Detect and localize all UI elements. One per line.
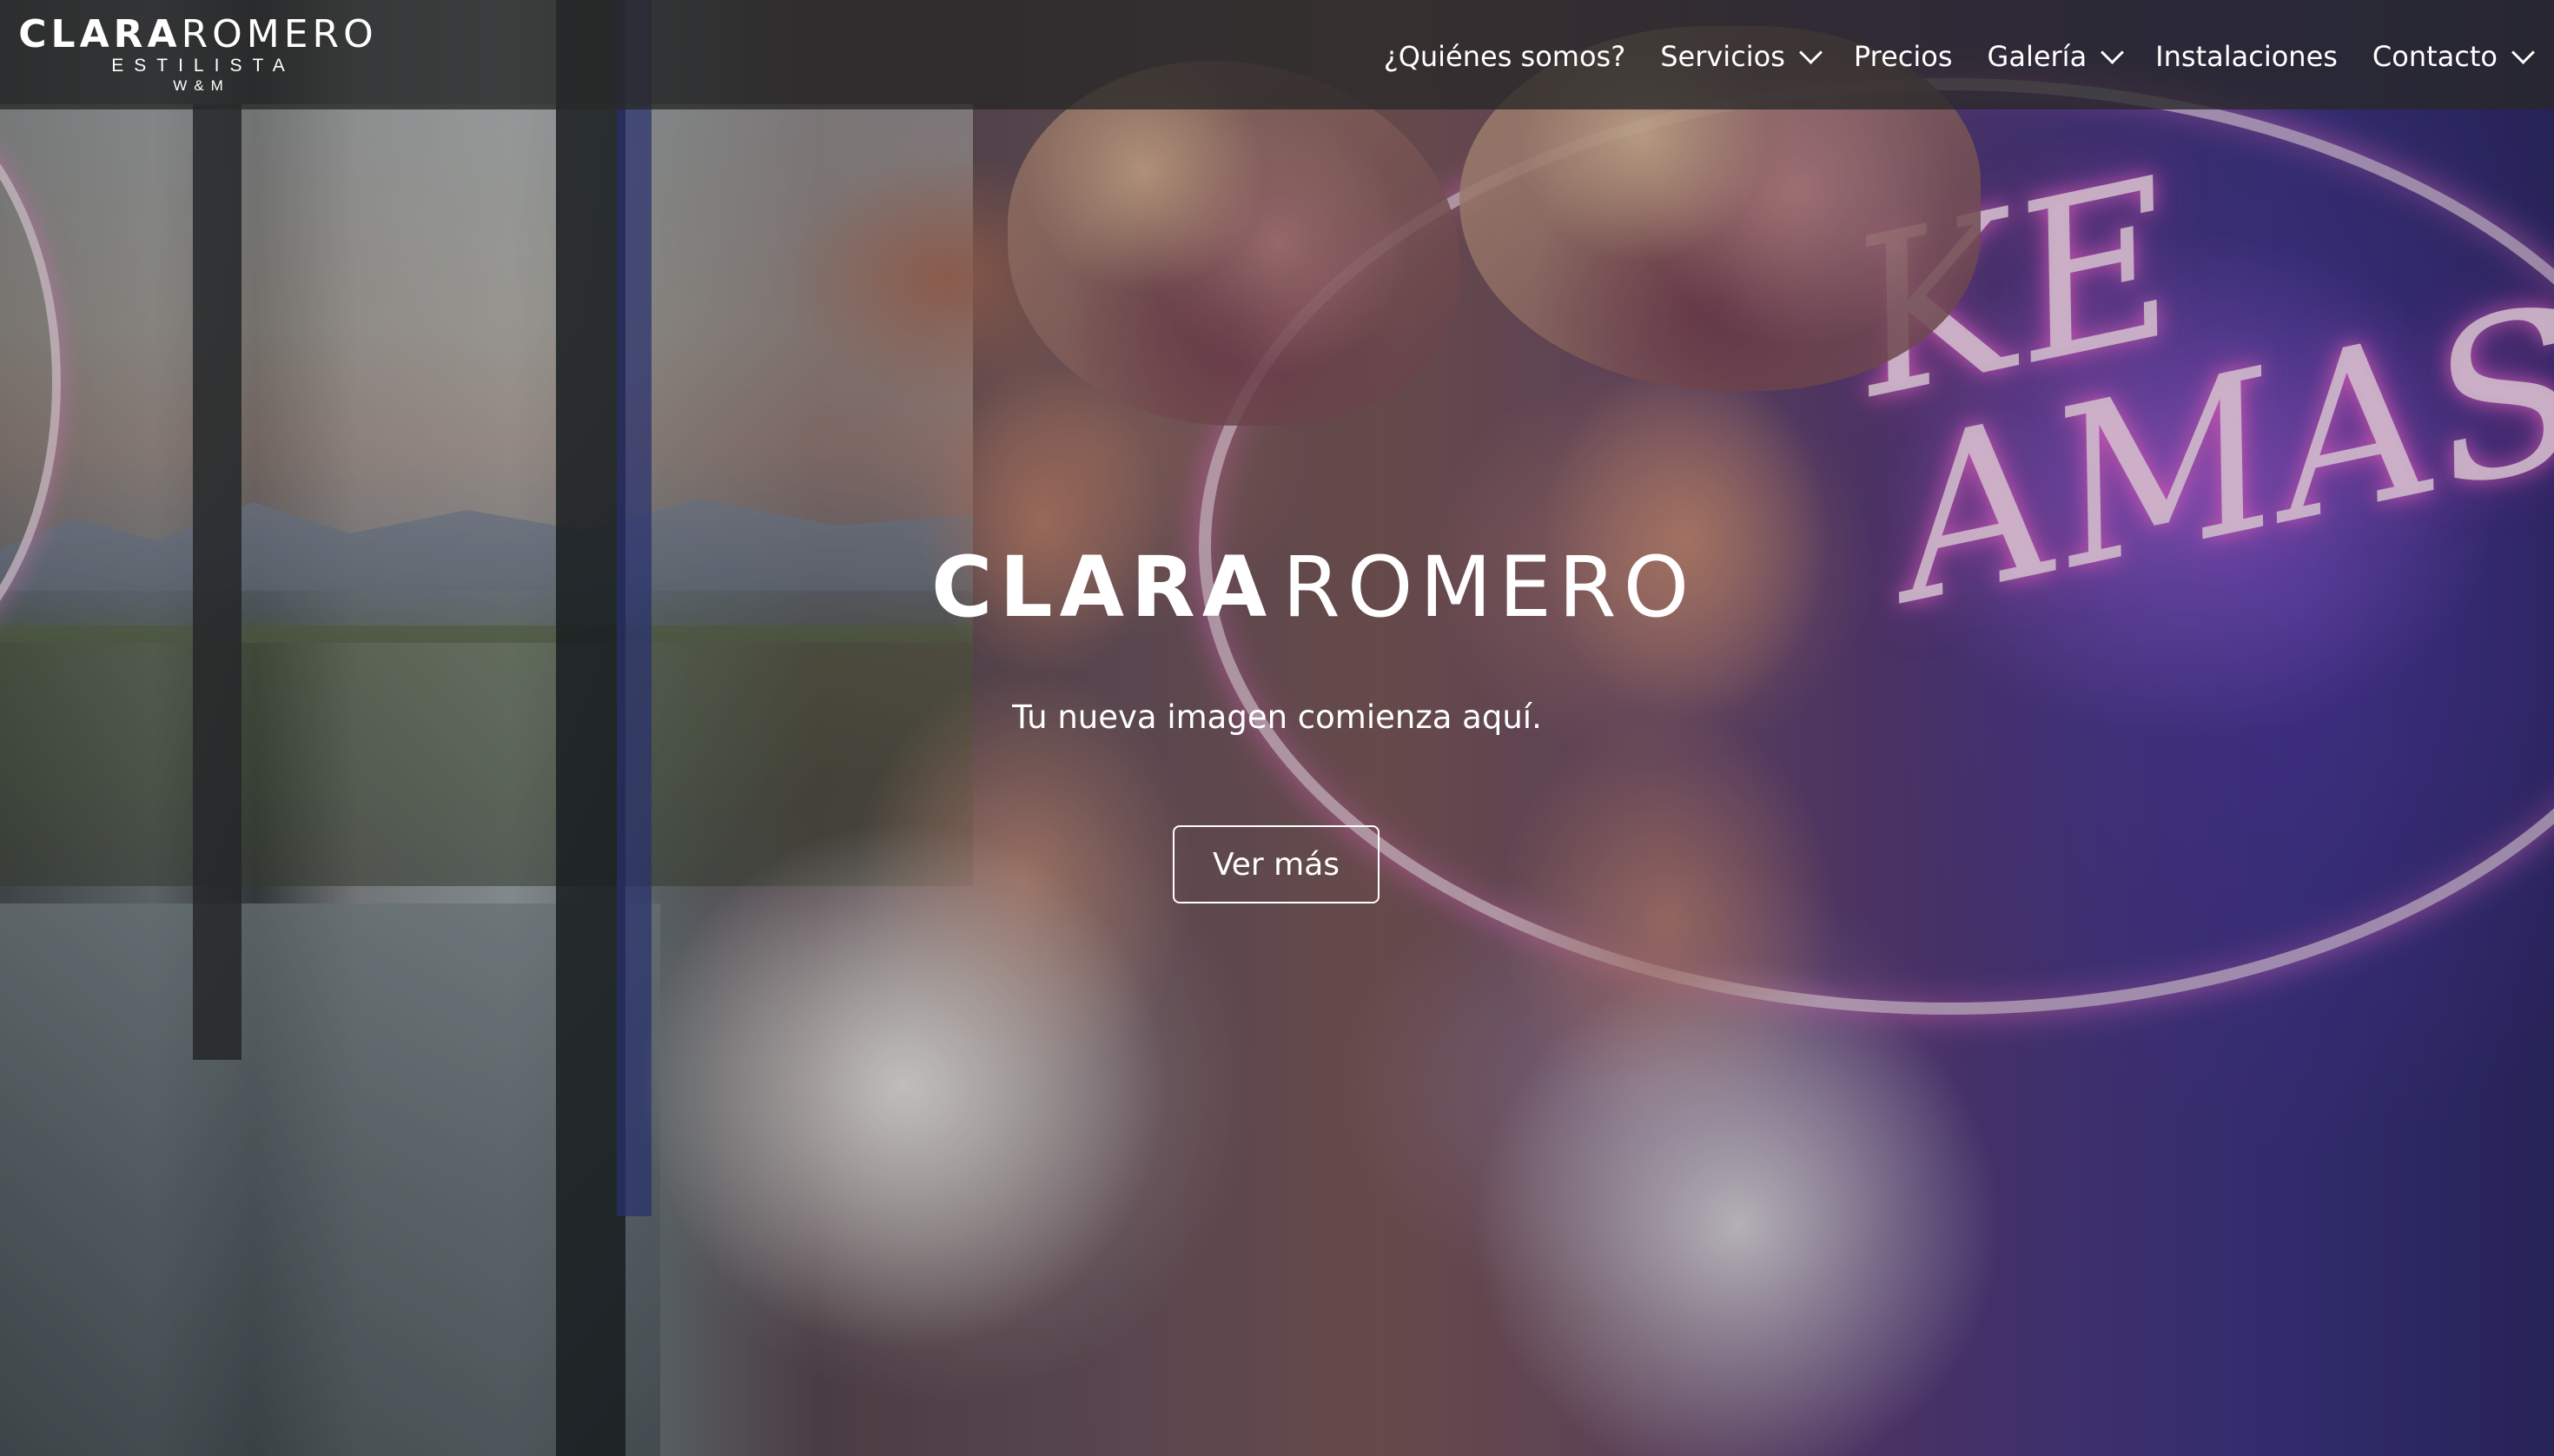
hero-logo-part2: ROMERO xyxy=(1282,539,1697,636)
brand-initials: W&M xyxy=(173,77,230,94)
hero-section: KE AMAS CLARA ROMERO Tu nueva imagen comi… xyxy=(0,0,2554,1456)
nav-item-label: Precios xyxy=(1853,40,1953,73)
nav-item-label: Servicios xyxy=(1660,40,1785,73)
hero-content: CLARA ROMERO Tu nueva imagen comienza aqu… xyxy=(0,0,2554,1456)
chevron-down-icon xyxy=(2511,40,2535,64)
brand-name-part1: CLARA xyxy=(18,12,182,56)
hero-logo: CLARA ROMERO xyxy=(931,539,1689,636)
chevron-down-icon xyxy=(2101,40,2125,64)
brand-subtitle: ESTILISTA xyxy=(111,56,295,76)
nav-item-servicios[interactable]: Servicios xyxy=(1660,40,1823,73)
nav-item-galeria[interactable]: Galería xyxy=(1987,40,2125,73)
nav-item-label: Instalaciones xyxy=(2155,40,2338,73)
hero-tagline: Tu nueva imagen comienza aquí. xyxy=(1012,698,1542,736)
top-navbar: CLARAROMERO ESTILISTA W&M ¿Quiénes somos… xyxy=(0,0,2554,109)
nav-item-contacto[interactable]: Contacto xyxy=(2372,40,2535,73)
hero-logo-part1: CLARA xyxy=(931,539,1274,636)
nav-item-quienes-somos[interactable]: ¿Quiénes somos? xyxy=(1384,40,1626,73)
main-nav: ¿Quiénes somos? Servicios Precios Galerí… xyxy=(1384,2,2535,111)
brand-name-part2: ROMERO xyxy=(181,12,378,56)
brand-logo[interactable]: CLARAROMERO ESTILISTA W&M xyxy=(16,15,380,95)
nav-item-label: ¿Quiénes somos? xyxy=(1383,40,1626,73)
chevron-down-icon xyxy=(1798,40,1823,64)
nav-item-instalaciones[interactable]: Instalaciones xyxy=(2155,40,2338,73)
nav-item-label: Galería xyxy=(1987,40,2088,73)
nav-item-precios[interactable]: Precios xyxy=(1854,40,1953,73)
nav-item-label: Contacto xyxy=(2372,40,2498,73)
ver-mas-button[interactable]: Ver más xyxy=(1173,825,1380,903)
brand-name: CLARAROMERO xyxy=(18,15,378,55)
